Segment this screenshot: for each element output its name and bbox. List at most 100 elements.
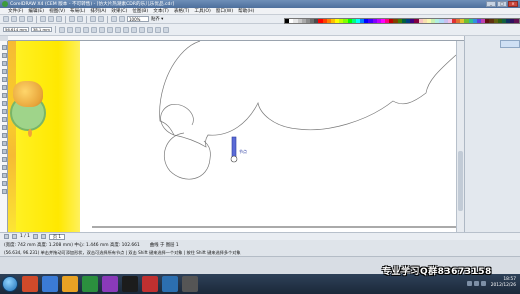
crop-tool-icon[interactable] [1,61,7,66]
scroll-thumb[interactable] [458,151,463,211]
menu-layout[interactable]: 布局(L) [70,8,85,14]
first-page-icon[interactable] [4,234,9,239]
next-page-icon[interactable] [32,234,38,239]
welcome-screen-icon[interactable] [119,16,125,22]
coreldraw-app-icon [2,1,8,7]
copy-icon[interactable] [48,16,54,22]
status-bar-line2: (56.634, 96.231) 单击并拖动可添加形状，双击可选择所有节点 | … [0,249,520,257]
taskbar-app-icon[interactable] [22,276,38,292]
taskbar-app-icon[interactable] [162,276,178,292]
tray-icon[interactable] [474,281,479,286]
join-nodes-icon[interactable] [74,26,81,33]
cloud-curve-bottom-lobe[interactable] [164,132,211,180]
menu-help[interactable]: 帮助(H) [238,8,254,14]
extract-subpath-icon[interactable] [146,26,153,33]
paste-icon[interactable] [56,16,62,22]
clock[interactable]: 18:57 2012/12/26 [491,277,516,289]
menu-arrange[interactable]: 排列(A) [90,8,106,14]
interactive-fill-icon[interactable] [1,189,7,194]
open-icon[interactable] [11,16,17,22]
maximize-button[interactable]: □ [497,1,507,7]
taskbar-folder-icon[interactable] [62,276,78,292]
page-count: 1 / 1 [20,234,30,239]
undo-icon[interactable] [69,16,75,22]
cusp-node-icon[interactable] [106,26,113,33]
menu-text[interactable]: 文本(T) [153,8,169,14]
blend-tool-icon[interactable] [1,157,7,162]
new-icon[interactable] [3,16,9,22]
vertical-scrollbar[interactable] [456,41,464,232]
to-line-icon[interactable] [90,26,97,33]
freehand-tool-icon[interactable] [1,77,7,82]
start-button[interactable] [2,276,18,292]
ellipse-tool-icon[interactable] [1,101,7,106]
taskbar-app-icon[interactable] [142,276,158,292]
import-icon[interactable] [90,16,96,22]
taskbar-coreldraw-icon[interactable] [82,276,98,292]
menu-table[interactable]: 表格(T) [174,8,190,14]
save-icon[interactable] [19,16,25,22]
dimension-tool-icon[interactable] [1,141,7,146]
tray-icon[interactable] [481,281,486,286]
drawing-canvas[interactable]: 节点 [8,41,456,232]
export-icon[interactable] [98,16,104,22]
shape-tool-icon[interactable] [1,53,7,58]
cut-icon[interactable] [40,16,46,22]
zoom-tool-icon[interactable] [1,69,7,74]
docker-tab-icon[interactable] [500,40,520,48]
page-tab[interactable]: 页 1 [48,233,66,240]
last-page-icon[interactable] [40,234,46,239]
polygon-tool-icon[interactable] [1,109,7,114]
palette-swatch[interactable] [514,19,519,23]
title-bar: CorelDRAW X4 (CEM 版本 - 不可转售) - [仿大片热潮素CD… [0,0,520,8]
x-position-field[interactable]: 56.614 mm [3,27,29,32]
rectangle-tool-icon[interactable] [1,93,7,98]
menu-file[interactable]: 文件(F) [8,8,23,14]
outline-tool-icon[interactable] [1,173,7,178]
print-icon[interactable] [27,16,33,22]
text-tool-icon[interactable] [1,125,7,130]
menu-bar: 文件(F) 编辑(E) 视图(V) 布局(L) 排列(A) 效果(C) 位图(B… [0,8,520,15]
taskbar-app-icon[interactable] [42,276,58,292]
taskbar-app-icon[interactable] [122,276,138,292]
table-tool-icon[interactable] [1,133,7,138]
selected-node-handle[interactable] [231,136,237,158]
zoom-level-select[interactable]: 100% [127,16,149,22]
to-curve-icon[interactable] [98,26,105,33]
extend-curve-icon[interactable] [138,26,145,33]
cloud-curve-shape[interactable] [159,41,456,148]
symmetrical-node-icon[interactable] [122,26,129,33]
close-button[interactable]: × [508,1,518,7]
app-launcher-icon[interactable] [111,16,117,22]
toolbox [0,41,8,232]
smooth-node-icon[interactable] [114,26,121,33]
node-control-point[interactable] [230,155,238,163]
minimize-button[interactable]: _ [486,1,496,7]
pick-tool-icon[interactable] [1,45,7,50]
menu-view[interactable]: 视图(V) [49,8,65,14]
y-position-field[interactable]: 38.1 mm [30,27,52,32]
menu-edit[interactable]: 编辑(E) [28,8,44,14]
cloud-curve-lower-loop[interactable] [160,103,194,136]
add-node-icon[interactable] [58,26,65,33]
menu-tools[interactable]: 工具(O) [194,8,210,14]
menu-bitmaps[interactable]: 位图(B) [132,8,148,14]
snap-to-menu[interactable]: 贴齐 ▾ [151,16,163,22]
menu-window[interactable]: 窗口(W) [216,8,233,14]
fill-tool-icon[interactable] [1,181,7,186]
delete-node-icon[interactable] [66,26,73,33]
select-all-nodes-icon[interactable] [162,26,169,33]
basic-shapes-icon[interactable] [1,117,7,122]
taskbar-app-icon[interactable] [102,276,118,292]
connector-tool-icon[interactable] [1,149,7,154]
smart-fill-icon[interactable] [1,85,7,90]
taskbar-app-icon[interactable] [182,276,198,292]
break-curve-icon[interactable] [82,26,89,33]
eyedropper-tool-icon[interactable] [1,165,7,170]
redo-icon[interactable] [77,16,83,22]
prev-page-icon[interactable] [12,234,17,239]
tray-icon[interactable] [467,281,472,286]
menu-effects[interactable]: 效果(C) [111,8,127,14]
elastic-mode-icon[interactable] [154,26,161,33]
reverse-direction-icon[interactable] [130,26,137,33]
